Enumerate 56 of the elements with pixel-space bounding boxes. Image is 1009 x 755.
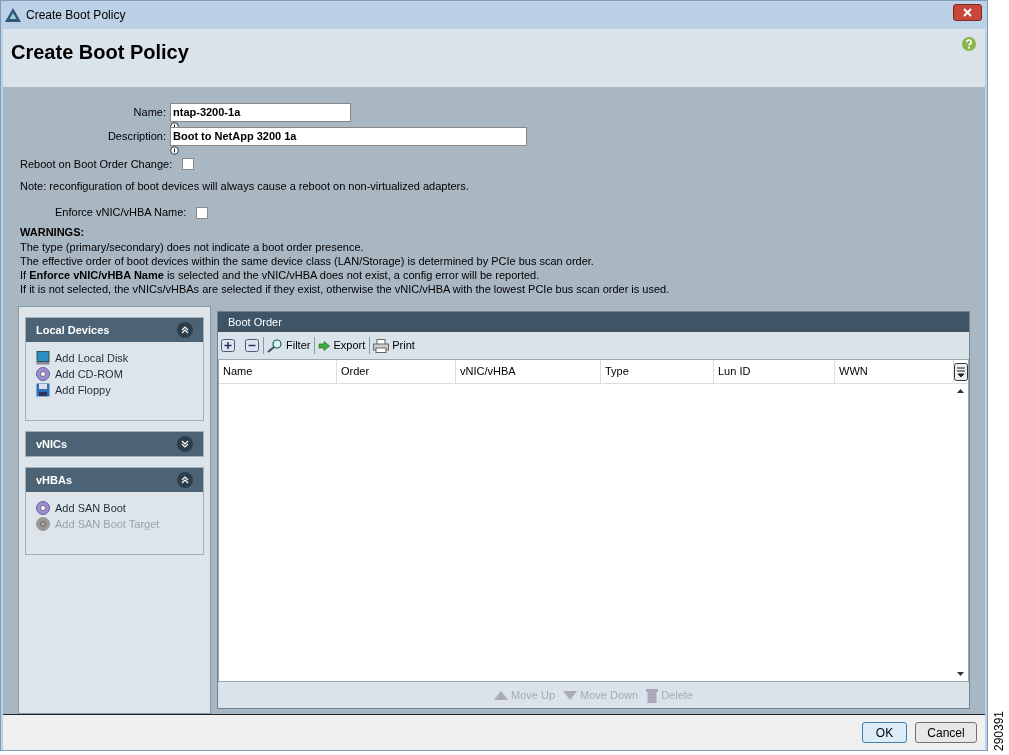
name-input-field[interactable]: ntap-3200-1a	[170, 102, 351, 122]
column-header[interactable]: Type	[601, 360, 714, 383]
note-text: Note: reconfiguration of boot devices will always cause a reboot on non-virtualized adapters.	[19, 179, 470, 194]
scroll-up-icon[interactable]	[957, 389, 964, 393]
magnifier-icon	[267, 338, 283, 353]
toolbar-button[interactable]: Export	[314, 337, 366, 354]
field-label: Reboot on Boot Order Change:	[20, 156, 173, 172]
dialog-button[interactable]: Cancel	[915, 722, 977, 743]
section-header[interactable]: vNICs	[26, 432, 203, 456]
warning-text: The effective order of boot devices within the same device class (LAN/Storage) is determined by PCIe bus scan order.	[19, 254, 595, 268]
window-title: Create Boot Policy	[26, 7, 126, 24]
triangle-down-icon	[563, 690, 578, 700]
info-icon	[170, 146, 179, 155]
add-icon[interactable]	[221, 339, 235, 352]
trash-icon	[646, 687, 659, 703]
warning-text: If it is not selected, the vNICs/vHBAs are selected if they exist, otherwise the vNIC/vHBA with the lowest PCIe bus scan order is used.	[19, 282, 671, 296]
column-chooser-icon[interactable]	[954, 362, 968, 381]
warning-text: If Enforce vNIC/vHBA Name is selected and the vNIC/vHBA does not exist, a config error will be reported.	[19, 268, 541, 282]
disc-icon	[36, 501, 50, 515]
disc-icon	[36, 517, 50, 531]
close-button[interactable]	[953, 3, 982, 21]
scroll-down-icon[interactable]	[957, 672, 964, 676]
figure-number: 290391	[992, 710, 1005, 751]
field-label: Enforce vNIC/vHBA Name:	[55, 205, 187, 221]
section-header[interactable]: vHBAs	[26, 468, 203, 492]
remove-icon[interactable]	[245, 339, 259, 352]
description-input-field[interactable]: Boot to NetApp 3200 1a	[170, 126, 527, 146]
add-device-link[interactable]: Add CD-ROM	[36, 366, 193, 382]
column-header[interactable]: vNIC/vHBA	[456, 360, 601, 383]
panel-title: Boot Order	[228, 314, 282, 330]
disc-icon	[36, 367, 50, 381]
warning-text: The type (primary/secondary) does not indicate a boot order presence.	[19, 240, 365, 254]
collapse-icon[interactable]	[177, 472, 193, 488]
triangle-up-icon	[494, 690, 509, 700]
dialog-heading: Create Boot Policy	[11, 40, 189, 65]
toolbar-button[interactable]: Print	[369, 337, 415, 354]
arrow-right-icon	[318, 340, 331, 351]
column-header[interactable]: Name	[219, 360, 337, 383]
triangle-logo-icon	[5, 8, 21, 22]
close-icon	[963, 7, 972, 17]
section-header[interactable]: Local Devices	[26, 318, 203, 342]
dialog-button[interactable]: OK	[862, 722, 907, 743]
column-header[interactable]: Order	[337, 360, 456, 383]
collapse-icon[interactable]	[177, 322, 193, 338]
printer-icon	[373, 338, 390, 353]
checkbox[interactable]	[196, 206, 209, 219]
field-label: Description:	[106, 128, 167, 144]
checkbox[interactable]	[182, 158, 195, 170]
expand-icon[interactable]	[177, 436, 193, 452]
column-header[interactable]: Lun ID	[714, 360, 835, 383]
field-label: Name:	[132, 104, 167, 120]
add-device-link[interactable]: Add Local Disk	[36, 350, 193, 366]
toolbar-button[interactable]: Filter	[263, 337, 311, 354]
add-device-link[interactable]: Add SAN Boot	[36, 500, 193, 516]
warnings-heading: WARNINGS:	[19, 224, 86, 240]
add-device-link[interactable]: Add Floppy	[36, 382, 193, 398]
